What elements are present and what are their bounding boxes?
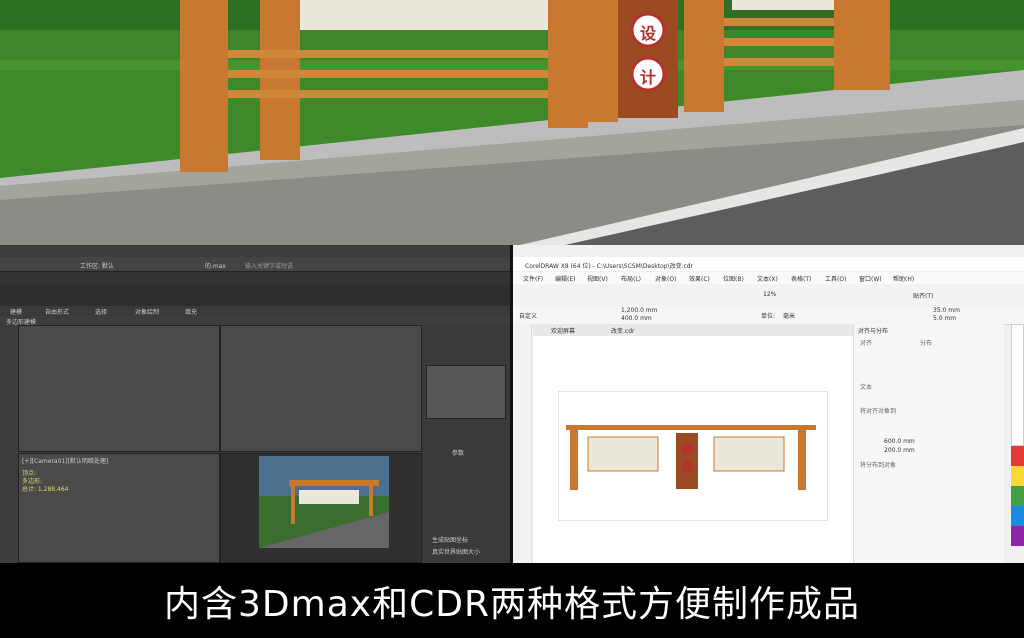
max-search-input[interactable]: 输入关键字或短语 [245, 261, 293, 270]
viewport-label: [+][Camera01][默认明暗处理] [22, 458, 109, 465]
drawing-canvas[interactable] [533, 336, 853, 563]
cdr-title-bar: CorelDRAW X8 (64 位) - C:\Users\SCSM\Desk… [513, 257, 1024, 271]
bus-stop-render [0, 0, 1024, 245]
max-title-bar: 工作区: 默认 的.max 输入关键字或短语 [0, 257, 510, 272]
menu-file[interactable]: 文件(F) [523, 274, 543, 283]
menu-help[interactable]: 帮助(H) [893, 274, 914, 283]
perspective-render [259, 456, 389, 548]
cdr-window: CorelDRAW X8 (64 位) - C:\Users\SCSM\Desk… [513, 245, 1024, 563]
dock-distribute: 分布 [920, 340, 933, 347]
dock-align: 对齐 [860, 340, 873, 347]
command-panel: 参数 生成贴图坐标 真实世界贴图大小 [422, 325, 510, 563]
menu-bitmap[interactable]: 位图(B) [723, 274, 744, 283]
viewport-left[interactable]: [+][Camera01][默认明暗处理] 顶点: 多边形: 总计: 1,288… [18, 453, 220, 563]
menu-table[interactable]: 表格(T) [791, 274, 811, 283]
menu-edit[interactable]: 编辑(E) [555, 274, 575, 283]
units-label: 单位: [761, 313, 776, 320]
max-menu-bar [0, 272, 510, 284]
dock-align-to: 将对齐对象到 [860, 408, 897, 415]
menu-tools[interactable]: 工具(O) [825, 274, 846, 283]
menu-view[interactable]: 视图(V) [587, 274, 608, 283]
viewport-perspective[interactable] [220, 453, 422, 563]
nudge-y[interactable]: 5.0 mm [933, 315, 956, 322]
menu-text[interactable]: 文本(X) [757, 274, 778, 283]
tab-object-paint[interactable]: 对象绘制 [135, 307, 159, 316]
page-preset[interactable]: 自定义 [519, 311, 537, 320]
layout-drawing [558, 391, 828, 521]
dock-text: 文本 [860, 384, 873, 391]
sign-char-1: 设 [640, 24, 657, 43]
dock-x[interactable]: 600.0 mm [884, 438, 915, 445]
modifier-stack[interactable] [426, 365, 506, 419]
dock-distribute-to: 将分布到对象 [860, 462, 897, 469]
snap-button[interactable]: 贴齐(T) [913, 291, 933, 300]
tab-document[interactable]: 改变.cdr [611, 326, 634, 335]
max-ribbon-tabs: 建模 自由形式 选择 对象绘制 填充 [0, 306, 510, 316]
cdr-toolbar: 12% 贴齐(T) [513, 284, 1024, 307]
tab-freeform[interactable]: 自由形式 [45, 307, 69, 316]
document-tabs: 欢迎屏幕 改变.cdr [533, 324, 853, 336]
tab-modeling[interactable]: 建模 [10, 307, 22, 316]
align-distribute-docker: 对齐与分布 对齐 分布 文本 将对齐对象到 600.0 mm 200.0 mm … [853, 324, 1004, 563]
sign-char-2: 计 [640, 68, 657, 87]
units-select[interactable]: 毫米 [783, 311, 795, 320]
cdr-menu-bar: 文件(F) 编辑(E) 视图(V) 布局(L) 对象(O) 效果(C) 位图(B… [513, 272, 1024, 284]
option-uv[interactable]: 生成贴图坐标 [432, 535, 468, 544]
render-scene: 设 计 [0, 0, 1024, 245]
zoom-select[interactable]: 12% [763, 291, 776, 298]
max-toolbar [0, 284, 510, 306]
toolbox[interactable] [513, 324, 532, 563]
tab-welcome[interactable]: 欢迎屏幕 [551, 326, 575, 335]
software-screenshots: 工作区: 默认 的.max 输入关键字或短语 建模 自由形式 选择 对象绘制 填… [0, 245, 1024, 563]
viewport-front[interactable] [220, 325, 422, 452]
tab-populate[interactable]: 填充 [185, 307, 197, 316]
option-real-world[interactable]: 真实世界贴图大小 [432, 547, 480, 556]
dock-title: 对齐与分布 [858, 328, 889, 335]
nudge-x[interactable]: 35.0 mm [933, 307, 960, 314]
cdr-title: CorelDRAW X8 (64 位) - C:\Users\SCSM\Desk… [525, 263, 694, 270]
caption-bar: 内含3Dmax和CDR两种格式方便制作成品 [0, 563, 1024, 638]
tab-selection[interactable]: 选择 [95, 307, 107, 316]
menu-object[interactable]: 对象(O) [655, 274, 676, 283]
menu-layout[interactable]: 布局(L) [621, 274, 641, 283]
page-width[interactable]: 1,200.0 mm [621, 307, 658, 314]
max-filename: 的.max [205, 263, 226, 270]
readout-3: 总计: 1,288,464 [22, 486, 69, 493]
params-label: 参数 [452, 450, 465, 457]
dock-y[interactable]: 200.0 mm [884, 447, 915, 454]
color-palette[interactable] [1011, 324, 1024, 563]
max-window: 工作区: 默认 的.max 输入关键字或短语 建模 自由形式 选择 对象绘制 填… [0, 245, 510, 563]
max-workspace[interactable]: 工作区: 默认 [80, 261, 114, 270]
viewport-top[interactable] [18, 325, 220, 452]
menu-effects[interactable]: 效果(C) [689, 274, 710, 283]
cdr-property-bar: 自定义 1,200.0 mm 400.0 mm 单位: 毫米 35.0 mm 5… [513, 306, 1024, 325]
menu-window[interactable]: 窗口(W) [859, 274, 882, 283]
caption-text: 内含3Dmax和CDR两种格式方便制作成品 [164, 583, 860, 625]
page-height[interactable]: 400.0 mm [621, 315, 652, 322]
